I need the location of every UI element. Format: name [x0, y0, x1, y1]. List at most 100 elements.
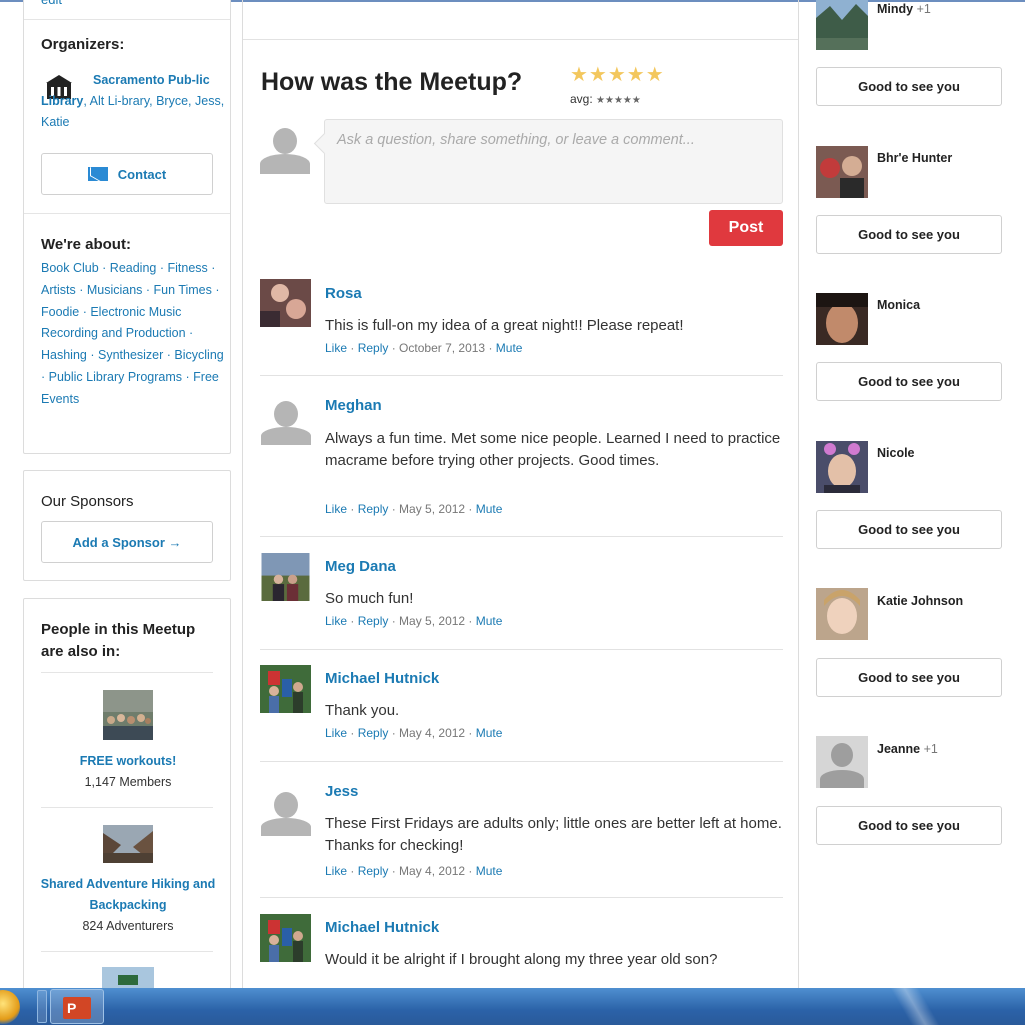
- mute-link[interactable]: Mute: [476, 614, 503, 628]
- avatar[interactable]: [260, 665, 311, 713]
- organizers-heading: Organizers:: [41, 36, 125, 53]
- group-name[interactable]: FREE workouts!: [24, 751, 232, 772]
- comment-date: May 4, 2012: [399, 726, 466, 740]
- divider: [260, 649, 783, 650]
- avatar[interactable]: [816, 0, 868, 50]
- like-link[interactable]: Like: [325, 502, 347, 516]
- comments-panel: How was the Meetup? ★★★★★ avg: ★★★★★ Ask…: [242, 0, 799, 1025]
- avatar[interactable]: [816, 588, 868, 640]
- taskbar-separator: [37, 990, 47, 1023]
- comment-author[interactable]: Jess: [325, 783, 358, 800]
- avatar[interactable]: [816, 736, 868, 788]
- avatar[interactable]: [816, 441, 868, 493]
- topic-link[interactable]: Bicycling: [174, 348, 223, 362]
- attendee-name[interactable]: Bhr'e Hunter: [877, 151, 952, 165]
- good-to-see-you-button[interactable]: Good to see you: [816, 67, 1002, 106]
- comment-author[interactable]: Meg Dana: [325, 558, 396, 575]
- good-to-see-you-button[interactable]: Good to see you: [816, 806, 1002, 845]
- like-link[interactable]: Like: [325, 614, 347, 628]
- avatar[interactable]: [260, 553, 311, 601]
- comment-author[interactable]: Michael Hutnick: [325, 670, 439, 687]
- avatar[interactable]: [260, 279, 311, 327]
- topic-link[interactable]: Book Club: [41, 261, 99, 275]
- topic-link[interactable]: Recording and Production: [41, 326, 186, 340]
- mute-link[interactable]: Mute: [476, 864, 503, 878]
- comment-text: This is full-on my idea of a great night…: [325, 317, 684, 334]
- related-group-item[interactable]: Shared Adventure Hiking and Backpacking …: [24, 825, 232, 936]
- add-sponsor-button[interactable]: Add a Sponsor →: [41, 521, 213, 563]
- comment-item: Meghan Always a fun time. Met some nice …: [260, 397, 783, 517]
- group-photo: [103, 690, 153, 740]
- avatar[interactable]: [816, 146, 868, 198]
- topic-link[interactable]: Public Library Programs: [49, 370, 182, 384]
- divider: [41, 807, 213, 808]
- avatar[interactable]: [260, 397, 311, 445]
- topic-link[interactable]: Fun Times: [154, 283, 212, 297]
- rating-stars[interactable]: ★★★★★: [570, 62, 665, 87]
- reply-link[interactable]: Reply: [358, 614, 389, 628]
- topic-link[interactable]: Musicians: [87, 283, 143, 297]
- related-groups-card: People in this Meetup are also in: FREE …: [23, 598, 231, 998]
- comment-meta: Like · Reply · May 4, 2012 · Mute: [325, 864, 503, 878]
- like-link[interactable]: Like: [325, 864, 347, 878]
- topic-link[interactable]: Hashing: [41, 348, 87, 362]
- good-to-see-you-button[interactable]: Good to see you: [816, 510, 1002, 549]
- organizers-list: Sacramento Pub-lic Library, Alt Li-brary…: [41, 70, 229, 133]
- powerpoint-icon: P: [63, 997, 91, 1019]
- like-link[interactable]: Like: [325, 341, 347, 355]
- topics-list: Book Club · Reading · Fitness · Artists …: [41, 261, 224, 406]
- comment-item: Jess These First Fridays are adults only…: [260, 782, 783, 882]
- like-link[interactable]: Like: [325, 726, 347, 740]
- related-group-item[interactable]: FREE workouts! 1,147 Members: [24, 690, 232, 792]
- related-groups-heading: People in this Meetup are also in:: [41, 621, 196, 660]
- avatar[interactable]: [816, 293, 868, 345]
- comment-author[interactable]: Meghan: [325, 397, 382, 414]
- reply-link[interactable]: Reply: [358, 726, 389, 740]
- attendee-name[interactable]: Katie Johnson: [877, 594, 963, 608]
- current-user-avatar: [260, 124, 310, 174]
- reply-link[interactable]: Reply: [358, 502, 389, 516]
- attendee-name[interactable]: Jeanne +1: [877, 742, 938, 756]
- attendee-name[interactable]: Nicole: [877, 446, 915, 460]
- topic-link[interactable]: Reading: [110, 261, 157, 275]
- topic-link[interactable]: Synthesizer: [98, 348, 163, 362]
- good-to-see-you-button[interactable]: Good to see you: [816, 658, 1002, 697]
- attendee-name[interactable]: Mindy +1: [877, 2, 931, 16]
- divider: [260, 375, 783, 376]
- comment-date: October 7, 2013: [399, 341, 486, 355]
- sponsors-card: Our Sponsors Add a Sponsor →: [23, 470, 231, 581]
- topic-link[interactable]: Fitness: [167, 261, 207, 275]
- comment-author[interactable]: Rosa: [325, 285, 362, 302]
- comment-date: May 5, 2012: [399, 502, 466, 516]
- contact-button[interactable]: Contact: [41, 153, 213, 195]
- powerpoint-taskbar-button[interactable]: P: [50, 989, 104, 1024]
- topic-link[interactable]: Electronic Music: [90, 305, 181, 319]
- mute-link[interactable]: Mute: [476, 726, 503, 740]
- mail-icon: [87, 167, 108, 181]
- avatar[interactable]: [260, 914, 311, 962]
- comment-date: May 4, 2012: [399, 864, 466, 878]
- about-heading: We're about:: [41, 236, 131, 253]
- post-button[interactable]: Post: [709, 210, 783, 246]
- good-to-see-you-button[interactable]: Good to see you: [816, 215, 1002, 254]
- sponsors-heading: Our Sponsors: [41, 493, 134, 510]
- reply-link[interactable]: Reply: [358, 864, 389, 878]
- mute-link[interactable]: Mute: [476, 502, 503, 516]
- group-name[interactable]: Shared Adventure Hiking and Backpacking: [24, 874, 232, 916]
- topic-link[interactable]: Artists: [41, 283, 76, 297]
- good-to-see-you-button[interactable]: Good to see you: [816, 362, 1002, 401]
- reply-link[interactable]: Reply: [358, 341, 389, 355]
- comment-text: These First Fridays are adults only; lit…: [325, 815, 782, 854]
- attendee-name[interactable]: Monica: [877, 298, 920, 312]
- avg-label: avg:: [570, 92, 593, 106]
- page-title: How was the Meetup?: [261, 68, 523, 96]
- comment-input[interactable]: Ask a question, share something, or leav…: [324, 119, 783, 204]
- contact-label: Contact: [117, 166, 167, 182]
- comment-author[interactable]: Michael Hutnick: [325, 919, 439, 936]
- start-button[interactable]: [0, 990, 20, 1024]
- mute-link[interactable]: Mute: [496, 341, 523, 355]
- topic-link[interactable]: Foodie: [41, 305, 79, 319]
- edit-link[interactable]: edit: [41, 0, 62, 7]
- avatar[interactable]: [260, 788, 311, 836]
- comment-meta: Like · Reply · May 5, 2012 · Mute: [325, 614, 503, 628]
